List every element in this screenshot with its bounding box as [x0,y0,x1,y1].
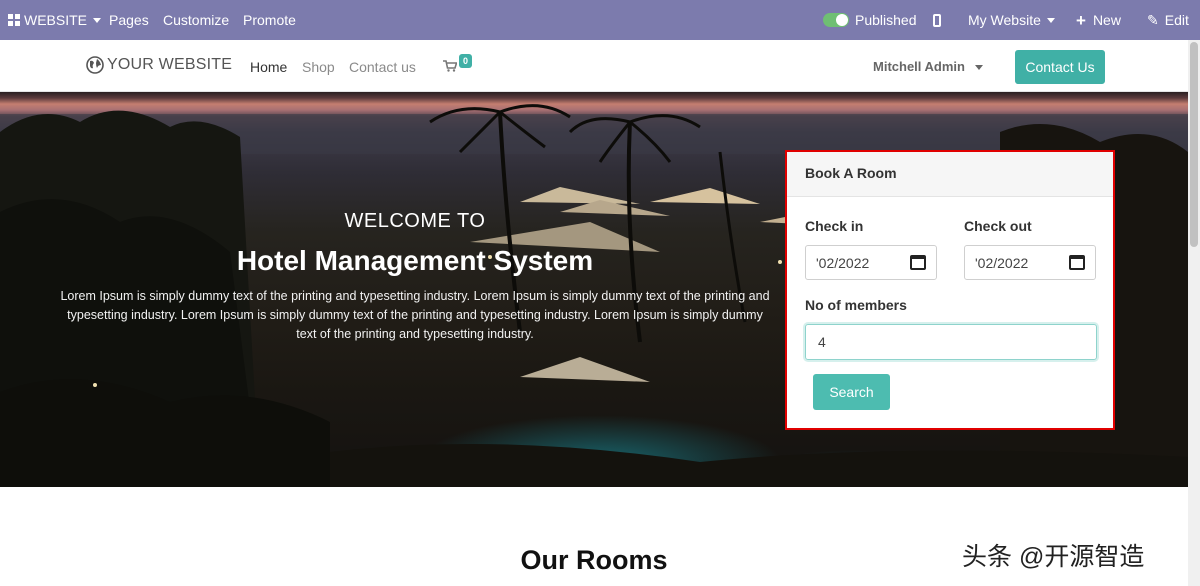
my-website-label: My Website [968,12,1041,28]
logo-text: YOUR WEBSITE [107,56,233,73]
site-header: YOUR WEBSITE Home Shop Contact us 0 Mitc… [0,40,1188,92]
search-button[interactable]: Search [813,374,890,410]
admin-bar: WEBSITE Pages Customize Promote Publishe… [0,0,1200,40]
page-scrollbar[interactable] [1188,40,1200,586]
chevron-down-icon [93,17,102,23]
calendar-icon[interactable] [910,255,926,270]
edit-button[interactable]: ✎ Edit [1147,0,1189,40]
check-out-value: '02/2022 [975,254,1029,271]
book-room-card: Book A Room Check in Check out '02/2022 … [785,150,1115,430]
new-button[interactable]: + New [1076,0,1121,40]
pencil-icon: ✎ [1147,11,1159,28]
mobile-preview-button[interactable] [933,0,941,40]
edit-label: Edit [1164,12,1189,28]
nav-shop[interactable]: Shop [302,59,335,75]
check-in-date-input[interactable]: '02/2022 [805,245,937,280]
watermark: 头条 @开源智造 [962,543,1145,571]
scrollbar-thumb[interactable] [1190,42,1198,247]
my-website-menu[interactable]: My Website [968,0,1055,40]
calendar-icon[interactable] [1069,255,1085,270]
plus-icon: + [1076,10,1086,30]
check-in-label: Check in [805,218,864,234]
site-logo[interactable]: YOUR WEBSITE [86,56,232,74]
cart-count-badge: 0 [459,54,473,68]
check-out-label: Check out [964,218,1032,234]
hero-text: WELCOME TO Hotel Management System Lorem… [60,210,770,344]
chevron-down-icon [1046,17,1055,23]
customize-menu[interactable]: Customize [163,0,229,40]
user-name: Mitchell Admin [873,59,965,74]
nav-contact-us[interactable]: Contact us [349,59,416,75]
book-room-title: Book A Room [787,152,1113,197]
contact-us-button[interactable]: Contact Us [1015,50,1105,84]
toggle-switch-icon [823,13,849,27]
new-label: New [1092,12,1121,28]
hero-title: Hotel Management System [236,245,594,276]
members-input[interactable]: 4 [805,324,1097,360]
shopping-cart-icon [443,60,458,72]
website-menu[interactable]: WEBSITE [8,0,102,40]
published-label: Published [855,12,917,28]
hero-description: Lorem Ipsum is simply dummy text of the … [60,289,770,341]
hero-welcome: WELCOME TO [344,210,486,232]
nav-home[interactable]: Home [250,59,287,75]
website-menu-label: WEBSITE [24,12,88,28]
check-in-value: '02/2022 [816,254,870,271]
apps-grid-icon [8,14,20,26]
members-label: No of members [805,297,907,313]
globe-icon [86,56,104,74]
cart-link[interactable]: 0 [443,54,473,77]
user-menu[interactable]: Mitchell Admin [873,59,983,74]
chevron-down-icon [974,65,983,71]
pages-menu[interactable]: Pages [109,0,149,40]
published-toggle[interactable]: Published [823,0,917,40]
mobile-phone-icon [933,13,941,27]
check-out-date-input[interactable]: '02/2022 [964,245,1096,280]
promote-menu[interactable]: Promote [243,0,296,40]
